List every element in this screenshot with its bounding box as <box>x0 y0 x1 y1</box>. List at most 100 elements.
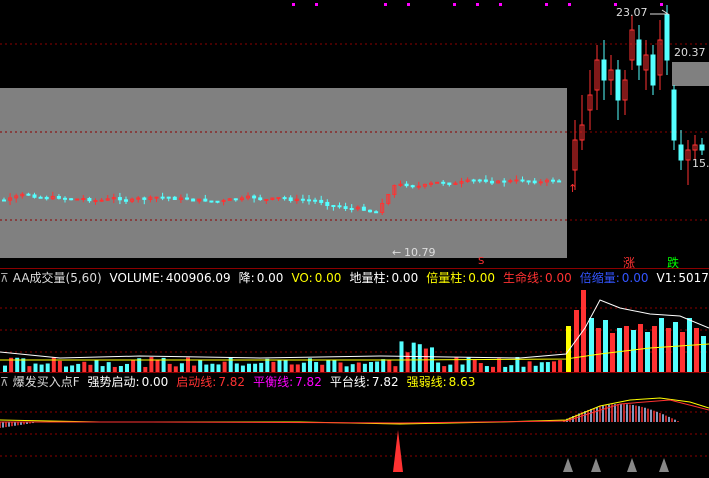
candle-body <box>678 144 684 161</box>
breakout-indicator-name: 爆发买入点F <box>12 375 80 389</box>
candle-body <box>349 208 354 211</box>
candle-body <box>154 196 159 199</box>
indicator-stat-label: 平衡线: <box>253 375 294 389</box>
candle-body <box>532 180 537 184</box>
volume-stat-value: 0.00 <box>468 271 495 285</box>
candle-body <box>185 197 189 200</box>
signal-triangle <box>563 458 573 472</box>
candle-body <box>514 179 519 182</box>
signal-triangle <box>591 458 601 472</box>
volume-bar <box>88 364 93 372</box>
indicator-stat-4: 强弱线: 8.63 <box>407 375 480 389</box>
volume-bar <box>204 364 209 372</box>
high-price-label: 23.07 <box>616 6 648 19</box>
volume-bar <box>332 359 337 372</box>
volume-bar <box>283 359 288 372</box>
gray-overlay-box <box>0 88 567 258</box>
breakout-indicator-panel[interactable] <box>0 392 709 478</box>
volume-bar <box>301 362 306 372</box>
signal-triangle <box>627 458 637 472</box>
volume-bar-chart[interactable] <box>0 288 709 372</box>
indicator-stat-label: 启动线: <box>176 375 217 389</box>
volume-bar <box>320 364 325 372</box>
volume-bar <box>527 361 532 372</box>
candle-body <box>2 199 6 202</box>
volume-bar <box>125 363 129 372</box>
volume-bar <box>405 352 410 372</box>
candle-body <box>483 179 488 182</box>
volume-bar <box>436 362 441 372</box>
candle-body <box>331 204 336 207</box>
volume-indicator-name: AA成交量(5,60) <box>12 271 102 285</box>
indicator-stat-value: 8.63 <box>448 375 476 389</box>
volume-stat-label: VOLUME: <box>109 271 164 285</box>
price-chart-panel[interactable]: ↑ 23.07 20.37 15. ← 10.79 S 涨 跌 <box>0 0 709 268</box>
breakout-indicator-chart[interactable] <box>0 392 709 478</box>
indicator-stat-value: 0.00 <box>141 375 169 389</box>
indicator-stat-2: 平衡线: 7.82 <box>253 375 326 389</box>
volume-chart-panel[interactable] <box>0 288 709 372</box>
candle-body <box>343 206 348 210</box>
candle-body <box>650 54 656 86</box>
volume-stat-1: 降: 0.00 <box>239 271 288 285</box>
volume-stat-label: 降: <box>238 271 255 285</box>
top-signal-dot <box>292 3 295 6</box>
volume-bar <box>539 362 544 372</box>
high-arrow <box>650 9 670 15</box>
low-price-label: 10.79 <box>404 246 436 259</box>
top-signal-dot <box>499 3 502 6</box>
volume-bar <box>234 363 239 372</box>
indicator-stat-3: 平台线: 7.82 <box>330 375 403 389</box>
candle-body <box>93 200 98 203</box>
right-price-label-2: 15. <box>692 157 709 170</box>
volume-bar <box>624 326 629 372</box>
candle-body <box>75 198 80 201</box>
volume-bar <box>265 358 270 372</box>
volume-bar <box>631 330 636 372</box>
indicator-stat-value: 7.82 <box>295 375 322 389</box>
candle-body <box>447 182 452 185</box>
candle-body <box>636 39 642 66</box>
volume-stat-label: 倍缩量: <box>579 271 620 285</box>
volume-bar <box>76 363 81 372</box>
burst-signal-spike <box>393 430 403 472</box>
candle-body <box>319 199 324 203</box>
sell-signal-s: S <box>478 256 485 267</box>
indicator-stat-label: 强势启动: <box>87 375 140 389</box>
volume-bar <box>603 320 608 372</box>
volume-bar <box>558 360 563 372</box>
candle-body <box>671 89 677 141</box>
volume-bar <box>362 363 367 372</box>
volume-bar <box>350 364 355 372</box>
volume-bar <box>295 364 300 372</box>
volume-bar <box>478 363 483 372</box>
top-signal-dot <box>568 3 571 6</box>
candle-body <box>361 206 366 211</box>
candle-body <box>166 196 171 199</box>
signal-triangle <box>659 458 669 472</box>
volume-bar <box>552 361 556 372</box>
volume-bar <box>45 363 50 372</box>
top-signal-dot <box>315 3 318 6</box>
volume-stat-value: 400906.09 <box>165 271 231 285</box>
indicator-stat-value: 7.82 <box>371 375 399 389</box>
candle-body <box>142 197 147 200</box>
volume-stat-value: 0.00 <box>621 271 649 285</box>
collapse-icon[interactable]: ⊼ <box>0 271 9 285</box>
volume-stat-value: 0.00 <box>391 271 419 285</box>
candle-body <box>337 205 342 208</box>
candlestick-chart[interactable]: ↑ <box>0 0 709 268</box>
volume-stat-value: 0.00 <box>256 271 284 285</box>
collapse-icon[interactable]: ⊼ <box>0 375 9 389</box>
volume-bar <box>253 363 258 372</box>
candle-body <box>172 196 177 201</box>
volume-bar <box>497 358 502 372</box>
candle-body <box>215 200 220 203</box>
indicator-stat-label: 平台线: <box>329 375 370 389</box>
volume-bar <box>596 328 601 372</box>
candle-body <box>477 179 482 182</box>
volume-bar <box>131 360 136 372</box>
candle-body <box>374 211 379 214</box>
volume-bar <box>417 344 422 372</box>
volume-bar <box>617 328 622 372</box>
